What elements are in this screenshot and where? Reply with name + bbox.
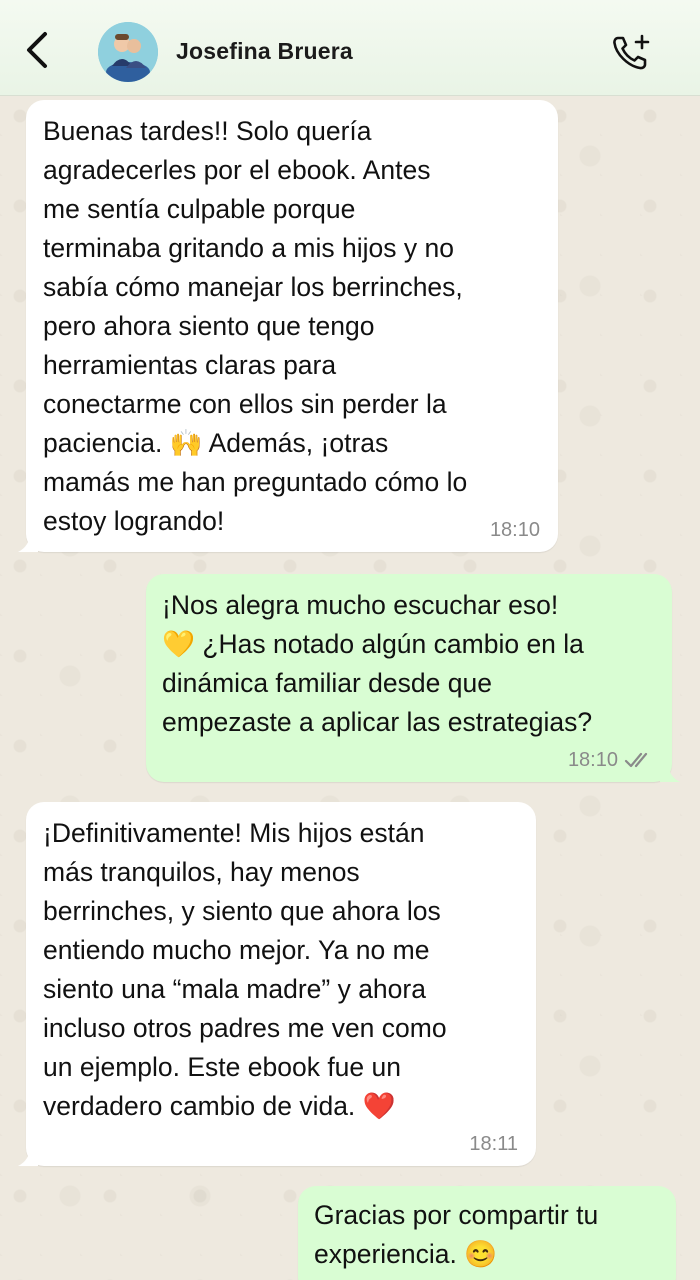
message-text: ¡Nos alegra mucho escuchar eso! 💛 ¿Has n… — [162, 590, 593, 737]
message-time: 18:10 — [567, 749, 618, 771]
contact-name[interactable]: Josefina Bruera — [176, 38, 353, 65]
message-meta: 18:10 — [490, 518, 540, 542]
avatar-image — [98, 22, 158, 82]
message-bubble-incoming[interactable]: ¡Definitivamente! Mis hijos están más tr… — [18, 802, 536, 1166]
message-bubble-outgoing[interactable]: Gracias por compartir tu experiencia. 😊 — [298, 1186, 676, 1280]
message-time: 18:11 — [469, 1133, 518, 1155]
message-time: 18:10 — [489, 519, 540, 541]
message-bubble-outgoing[interactable]: ¡Nos alegra mucho escuchar eso! 💛 ¿Has n… — [146, 574, 680, 782]
contact-avatar[interactable] — [98, 22, 158, 82]
message-meta: 18:11 — [469, 1132, 518, 1156]
double-check-icon — [624, 752, 648, 768]
chevron-left-icon — [27, 32, 47, 68]
chat-header: Josefina Bruera — [0, 0, 700, 96]
bubble-tail — [660, 762, 680, 782]
message-text: ¡Definitivamente! Mis hijos están más tr… — [43, 818, 447, 1121]
bubble-tail — [18, 532, 38, 552]
message-text: Buenas tardes!! Solo quería agradecerles… — [43, 116, 468, 536]
message-bubble-incoming[interactable]: Buenas tardes!! Solo quería agradecerles… — [18, 100, 558, 552]
phone-plus-icon — [613, 34, 650, 70]
message-text: Gracias por compartir tu experiencia. 😊 — [314, 1200, 599, 1269]
message-meta: 18:10 — [568, 748, 654, 772]
back-button[interactable] — [16, 28, 56, 72]
add-call-button[interactable] — [608, 30, 654, 76]
bubble-tail — [18, 1146, 38, 1166]
